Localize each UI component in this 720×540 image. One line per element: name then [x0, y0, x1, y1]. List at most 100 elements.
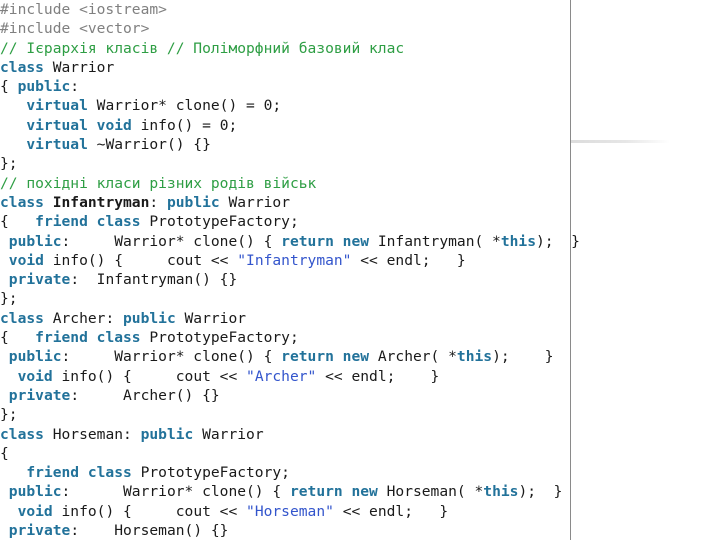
code-token-kw: return new: [281, 348, 370, 366]
code-line: public: Warrior* clone() { return new Ar…: [0, 347, 570, 366]
code-token-id: {: [0, 444, 9, 462]
code-token-kw: virtual: [26, 116, 88, 134]
code-line: private: Horseman() {}: [0, 521, 570, 540]
slide-canvas: #include <iostream> #include <vector>// І…: [0, 0, 720, 540]
code-block[interactable]: #include <iostream> #include <vector>// І…: [0, 0, 580, 540]
code-token-id: [0, 464, 26, 481]
code-token-kw: return new: [281, 232, 370, 250]
code-token-id: Infantryman( *: [369, 232, 501, 250]
vertical-divider-line: [570, 0, 571, 540]
code-token-id: [0, 233, 9, 250]
code-line: { friend class PrototypeFactory;: [0, 328, 570, 347]
code-token-pre: #include <iostream>: [0, 1, 167, 18]
code-token-kw: class: [0, 193, 44, 211]
code-token-id: ); }: [492, 348, 554, 366]
code-token-id: [0, 503, 18, 520]
code-line: virtual ~Warrior() {}: [0, 135, 570, 154]
code-token-id: ); }: [536, 232, 580, 250]
code-token-kw: void: [8, 251, 44, 269]
code-token-id: Warrior: [219, 193, 290, 211]
code-token-id: Archer:: [43, 309, 124, 327]
code-token-id: : Warrior* clone() {: [61, 348, 282, 366]
code-token-id: ); }: [518, 483, 563, 501]
code-token-id: PrototypeFactory;: [140, 213, 299, 231]
code-token-id: [44, 194, 53, 211]
code-token-id: Archer( *: [369, 348, 457, 366]
code-token-kw: private: [8, 386, 71, 404]
code-token-kw: friend class: [35, 213, 141, 231]
code-line: void info() { cout << "Infantryman" << e…: [0, 251, 570, 270]
code-token-kw: public: [166, 193, 220, 211]
code-token-id: PrototypeFactory;: [131, 464, 290, 482]
code-token-kw: friend class: [35, 329, 141, 347]
code-token-str: "Infantryman": [237, 251, 352, 269]
code-token-str: "Horseman": [246, 502, 334, 520]
code-token-id: info() { cout <<: [52, 502, 247, 520]
code-token-kw: friend class: [26, 464, 132, 482]
code-line: };: [0, 405, 570, 424]
code-token-kw: public: [17, 78, 71, 96]
code-line: class Horseman: public Warrior: [0, 425, 570, 444]
code-token-id: [88, 117, 97, 134]
code-token-id: [0, 522, 9, 539]
code-token-kw: private: [8, 271, 71, 289]
code-token-id: : Archer() {}: [70, 386, 220, 404]
code-line: public: Warrior* clone() { return new In…: [0, 232, 580, 251]
code-token-id: : Infantryman() {}: [70, 271, 238, 289]
code-token-idb: Infantryman: [52, 193, 150, 211]
code-token-kw: class: [0, 309, 44, 327]
code-token-cmt: // похідні класи різних родів військ: [0, 174, 317, 192]
code-token-id: [0, 348, 9, 365]
code-token-kw: public: [8, 232, 62, 250]
code-line: #include <vector>: [0, 19, 570, 38]
code-token-id: info() { cout <<: [43, 251, 238, 269]
code-line: class Archer: public Warrior: [0, 309, 570, 328]
code-token-id: [0, 97, 26, 114]
code-token-kw: public: [8, 483, 62, 501]
code-token-pre: #include <vector>: [0, 20, 150, 38]
code-line: // Ієрархія класів // Поліморфний базови…: [0, 39, 570, 58]
code-token-kw: return new: [289, 483, 378, 501]
code-line: #include <iostream>: [0, 0, 570, 19]
code-token-kw: virtual: [26, 97, 88, 115]
code-line: { friend class PrototypeFactory;: [0, 212, 570, 231]
code-token-id: info() { cout <<: [52, 367, 247, 385]
code-line: private: Archer() {}: [0, 386, 570, 405]
code-token-id: [0, 136, 26, 153]
code-token-id: :: [70, 78, 80, 96]
code-token-id: << endl; }: [351, 251, 466, 269]
code-token-id: [0, 483, 9, 500]
code-token-kw: this: [483, 483, 519, 501]
code-token-id: Warrior: [193, 425, 264, 443]
code-token-kw: class: [0, 58, 44, 76]
code-line: };: [0, 289, 570, 308]
code-token-id: {: [0, 78, 18, 96]
code-line: virtual Warrior* clone() = 0;: [0, 96, 570, 115]
code-token-id: [0, 387, 9, 404]
code-line: // похідні класи різних родів військ: [0, 174, 570, 193]
code-token-id: };: [0, 406, 18, 424]
code-token-id: info() = 0;: [131, 116, 238, 134]
code-token-id: PrototypeFactory;: [140, 329, 299, 347]
code-token-id: Warrior: [175, 309, 247, 327]
code-token-kw: class: [0, 425, 44, 443]
code-token-id: ~Warrior() {}: [87, 136, 211, 154]
code-token-id: << endl; }: [316, 367, 440, 385]
code-token-id: };: [0, 155, 18, 173]
code-token-id: [0, 368, 18, 385]
code-token-kw: public: [123, 309, 176, 327]
code-token-id: Warrior* clone() = 0;: [87, 97, 282, 115]
code-line: virtual void info() = 0;: [0, 116, 570, 135]
code-token-kw: void: [17, 502, 53, 520]
code-token-kw: this: [456, 348, 493, 366]
code-token-id: :: [149, 193, 167, 211]
code-line: class Warrior: [0, 58, 570, 77]
horizontal-rule-decoration: [570, 140, 670, 143]
code-token-cmt: // Ієрархія класів // Поліморфний базови…: [0, 39, 405, 57]
code-line: class Infantryman: public Warrior: [0, 193, 570, 212]
code-token-kw: void: [96, 116, 132, 134]
code-line: public: Warrior* clone() { return new Ho…: [0, 482, 570, 501]
code-token-kw: virtual: [26, 136, 88, 154]
code-token-id: Horseman:: [43, 425, 141, 443]
code-token-id: [0, 117, 26, 134]
